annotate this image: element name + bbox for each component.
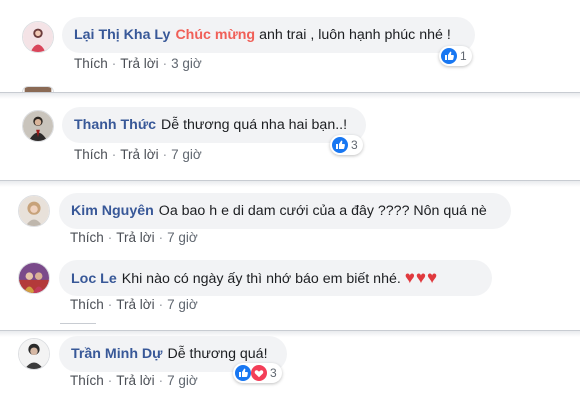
- comment-bubble: Lại Thị Kha Ly Chúc mừng anh trai , luôn h…: [62, 17, 475, 53]
- reply-button[interactable]: Trả lời: [116, 373, 154, 388]
- love-icon: [251, 365, 267, 381]
- separator: ·: [107, 373, 113, 388]
- reply-button[interactable]: Trả lời: [116, 230, 154, 245]
- like-button[interactable]: Thích: [70, 297, 104, 312]
- like-button[interactable]: Thích: [74, 56, 108, 71]
- avatar[interactable]: [18, 338, 50, 370]
- like-button[interactable]: Thích: [70, 230, 104, 245]
- reply-button[interactable]: Trả lời: [120, 147, 158, 162]
- screenshot-seam: [0, 180, 580, 181]
- seam-shadow: [0, 93, 580, 99]
- comment-text: anh trai , luôn hạnh phúc nhé !: [259, 27, 451, 43]
- comment-author[interactable]: Lại Thị Kha Ly: [74, 27, 170, 43]
- heart-emoji: ♥♥♥: [404, 268, 439, 287]
- comment-author[interactable]: Thanh Thức: [74, 117, 156, 133]
- comment-text: Dễ thương quá!: [167, 346, 268, 362]
- separator: ·: [111, 147, 117, 162]
- comment-time[interactable]: 7 giờ: [167, 373, 198, 388]
- separator: ·: [158, 230, 164, 245]
- separator: ·: [107, 230, 113, 245]
- comment-actions: Thích · Trả lời · 7 giờ: [70, 230, 198, 245]
- separator: ·: [158, 297, 164, 312]
- comment-time[interactable]: 3 giờ: [171, 56, 202, 71]
- comment-actions: Thích · Trả lời · 7 giờ: [74, 147, 202, 162]
- comment-bubble: Thanh Thức Dễ thương quá nha hai bạn..!: [62, 107, 366, 143]
- separator: ·: [107, 297, 113, 312]
- avatar[interactable]: [18, 195, 50, 227]
- reply-fold-line: [60, 323, 96, 324]
- comment-time[interactable]: 7 giờ: [167, 230, 198, 245]
- reaction-count: 3: [270, 366, 277, 380]
- screenshot-seam: [0, 92, 580, 93]
- avatar[interactable]: [22, 110, 54, 142]
- separator: ·: [162, 147, 168, 162]
- like-button[interactable]: Thích: [74, 147, 108, 162]
- like-icon: [441, 48, 457, 64]
- comment-time[interactable]: 7 giờ: [171, 147, 202, 162]
- comment-author[interactable]: Kim Nguyên: [71, 203, 154, 219]
- reaction-summary[interactable]: 3: [233, 363, 282, 383]
- comment-actions: Thích · Trả lời · 7 giờ: [70, 373, 198, 388]
- screenshot-seam: [0, 330, 580, 331]
- comment-actions: Thích · Trả lời · 3 giờ: [74, 56, 202, 71]
- like-icon: [332, 137, 348, 153]
- reaction-count: 1: [460, 49, 467, 63]
- comment-text: Dễ thương quá nha hai bạn..!: [161, 117, 348, 133]
- comment-author[interactable]: Trần Minh Dự: [71, 346, 162, 362]
- like-button[interactable]: Thích: [70, 373, 104, 388]
- reaction-summary[interactable]: 3: [330, 135, 363, 155]
- comment-bubble: Kim Nguyên Oa bao h e di dam cưới của a đ…: [59, 193, 511, 229]
- separator: ·: [162, 56, 168, 71]
- avatar[interactable]: [22, 21, 54, 53]
- comment-text: Khi nào có ngày ấy thì nhớ báo em biết n…: [121, 271, 401, 287]
- avatar[interactable]: [18, 262, 50, 294]
- like-icon: [235, 365, 251, 381]
- comment-time[interactable]: 7 giờ: [167, 297, 198, 312]
- separator: ·: [158, 373, 164, 388]
- comment-author[interactable]: Loc Le: [71, 271, 117, 287]
- comment-actions: Thích · Trả lời · 7 giờ: [70, 297, 198, 312]
- avatar: [22, 86, 54, 92]
- reply-button[interactable]: Trả lời: [120, 56, 158, 71]
- seam-shadow: [0, 181, 580, 187]
- comment-highlight: Chúc mừng: [175, 27, 256, 43]
- reaction-count: 3: [351, 138, 358, 152]
- comment-text: Oa bao h e di dam cưới của a đây ???? Nô…: [158, 203, 487, 219]
- comment-bubble: Loc Le Khi nào có ngày ấy thì nhớ báo em …: [59, 260, 492, 296]
- reply-button[interactable]: Trả lời: [116, 297, 154, 312]
- reaction-summary[interactable]: 1: [439, 46, 472, 66]
- separator: ·: [111, 56, 117, 71]
